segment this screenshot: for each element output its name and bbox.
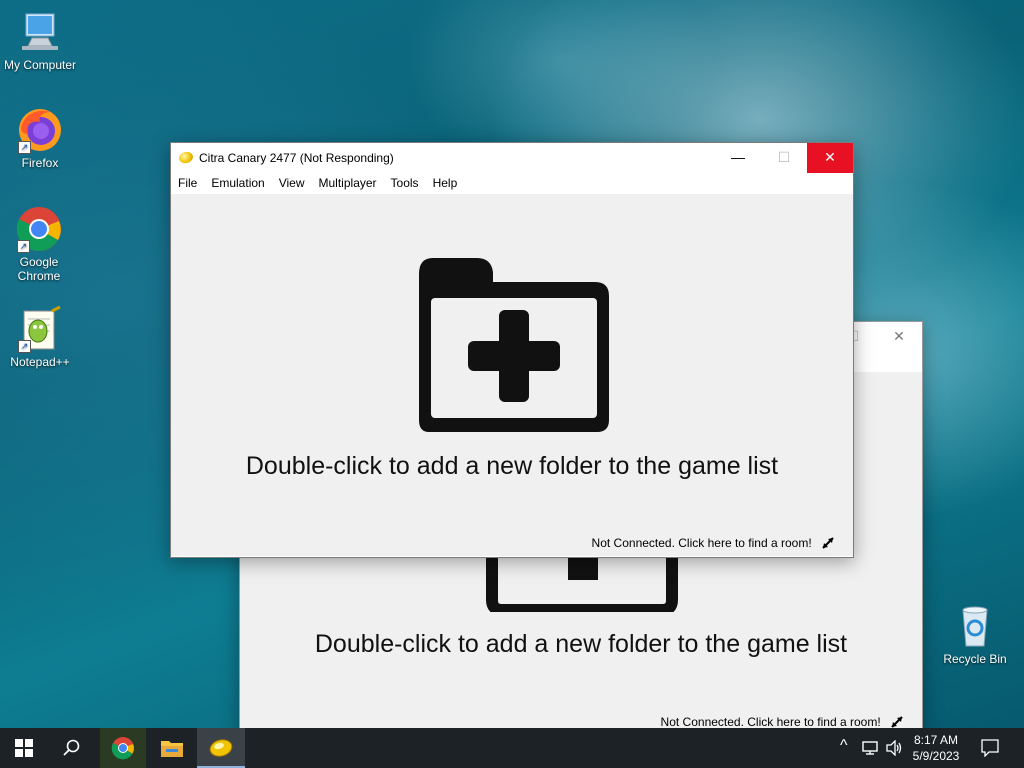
multiplayer-status[interactable]: Not Connected. Click here to find a room… [661, 715, 904, 729]
add-folder-hint: Double-click to add a new folder to the … [245, 452, 779, 480]
add-folder-hint: Double-click to add a new folder to the … [314, 630, 848, 658]
close-button[interactable]: ✕ [876, 322, 922, 352]
window-title: Citra Canary 2477 (Not Responding) [199, 151, 394, 165]
action-center-button[interactable] [966, 728, 1014, 768]
minimize-button[interactable]: — [715, 143, 761, 173]
chrome-icon [111, 737, 134, 760]
citra-app-icon [177, 150, 195, 165]
notification-icon [981, 739, 999, 757]
menu-emulation[interactable]: Emulation [204, 173, 271, 190]
network-icon [862, 741, 878, 755]
clock-time: 8:17 AM [913, 733, 959, 747]
taskbar-clock[interactable]: 8:17 AM 5/9/2023 [908, 732, 964, 764]
firefox-icon: ↗ [16, 106, 64, 154]
desktop-icon-label: My Computer [3, 58, 77, 72]
shortcut-arrow-icon: ↗ [17, 240, 30, 253]
chrome-icon: ↗ [15, 205, 63, 253]
menu-tools[interactable]: Tools [384, 173, 426, 190]
recycle-bin-icon [951, 602, 999, 650]
menu-help[interactable]: Help [426, 173, 465, 190]
maximize-button[interactable]: ☐ [761, 143, 807, 173]
search-icon [63, 739, 80, 756]
taskbar-chrome[interactable] [100, 728, 146, 768]
taskbar-citra[interactable] [197, 728, 245, 768]
taskbar: ^ 8:17 AM 5/9/2023 [0, 728, 1024, 768]
chevron-up-icon: ^ [840, 737, 848, 754]
windows-logo-icon [15, 739, 33, 757]
clock-date: 5/9/2023 [912, 749, 960, 763]
game-list-area[interactable]: Double-click to add a new folder to the … [171, 194, 853, 556]
desktop-icon-label: Google Chrome [17, 255, 61, 283]
desktop-icon-google-chrome[interactable]: ↗ Google Chrome [0, 205, 78, 283]
desktop-icon-firefox[interactable]: ↗ Firefox [0, 106, 80, 170]
taskbar-file-explorer[interactable] [148, 728, 196, 768]
desktop-icon-label: Notepad++ [10, 355, 70, 369]
start-button[interactable] [0, 728, 48, 768]
folder-icon [161, 741, 183, 757]
title-bar[interactable]: Citra Canary 2477 (Not Responding) — ☐ ✕ [171, 143, 853, 173]
menu-multiplayer[interactable]: Multiplayer [312, 173, 384, 190]
desktop-icon-my-computer[interactable]: My Computer [0, 8, 80, 72]
multiplayer-status-text: Not Connected. Click here to find a room… [591, 536, 812, 550]
close-button[interactable]: ✕ [807, 143, 853, 173]
shortcut-arrow-icon: ↗ [18, 141, 31, 154]
desktop-icon-recycle-bin[interactable]: Recycle Bin [935, 602, 1015, 666]
citra-window-main[interactable]: Citra Canary 2477 (Not Responding) — ☐ ✕… [170, 142, 854, 558]
notepadpp-icon: ↗ [16, 305, 64, 353]
menu-bar: File Emulation View Multiplayer Tools Help [171, 173, 853, 193]
network-disconnected-icon [822, 537, 834, 549]
citra-app-icon [209, 739, 233, 757]
desktop-icon-notepadpp[interactable]: ↗ Notepad++ [0, 305, 80, 369]
shortcut-arrow-icon: ↗ [18, 340, 31, 353]
desktop-icon-label: Recycle Bin [943, 652, 1007, 666]
desktop-icon-label: Firefox [21, 156, 59, 170]
folder-add-icon [419, 258, 609, 432]
menu-view[interactable]: View [272, 173, 312, 190]
multiplayer-status-text: Not Connected. Click here to find a room… [660, 715, 881, 729]
tray-network[interactable] [860, 728, 882, 768]
network-disconnected-icon [891, 716, 903, 728]
tray-volume[interactable] [884, 728, 906, 768]
speaker-icon [886, 740, 902, 756]
menu-file[interactable]: File [171, 173, 204, 190]
computer-icon [16, 8, 64, 56]
search-button[interactable] [48, 728, 96, 768]
tray-overflow-button[interactable]: ^ [836, 728, 856, 768]
multiplayer-status[interactable]: Not Connected. Click here to find a room… [592, 536, 835, 550]
